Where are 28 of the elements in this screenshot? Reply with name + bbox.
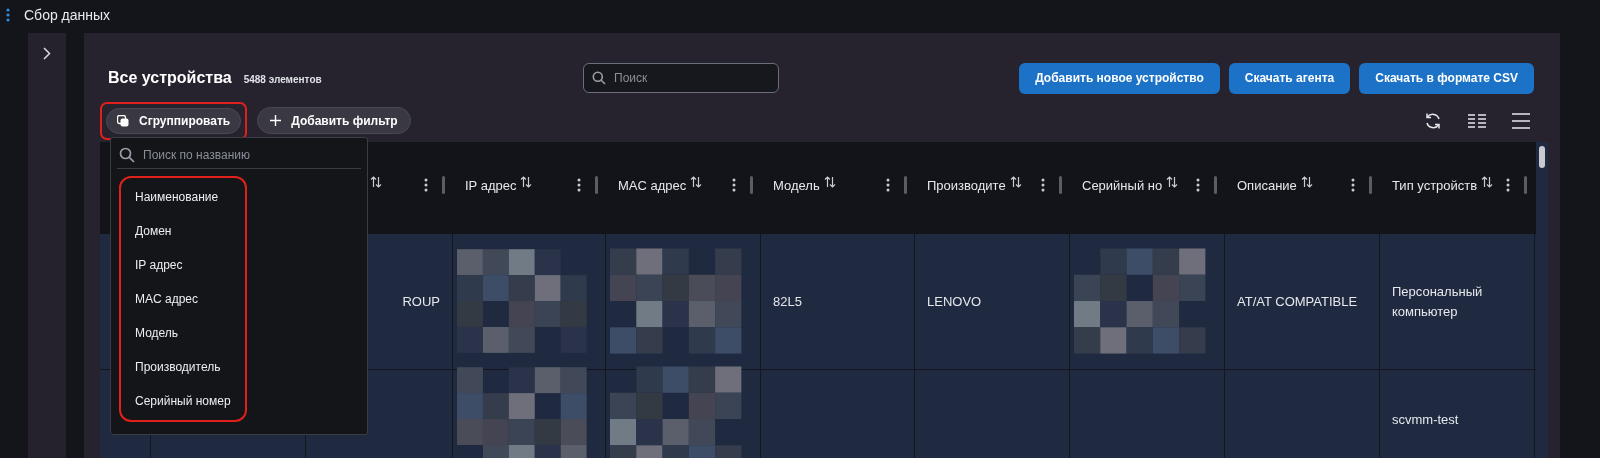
- menu-item[interactable]: Наименование: [121, 180, 245, 214]
- column-header[interactable]: IP адрес: [465, 176, 517, 196]
- action-button[interactable]: Скачать в формате CSV: [1359, 62, 1534, 94]
- column-header[interactable]: Тип устройств: [1392, 176, 1478, 196]
- action-button[interactable]: Скачать агента: [1228, 62, 1351, 94]
- cell-text: scvmm-test: [1392, 410, 1460, 429]
- item-count: 5488 элементов: [243, 73, 322, 87]
- action-button[interactable]: Добавить новое устройство: [1019, 62, 1220, 94]
- app-title: Сбор данных: [24, 5, 111, 25]
- add-filter-button[interactable]: Добавить фильтр: [257, 107, 411, 134]
- column-header[interactable]: Производите: [927, 176, 1006, 196]
- search-field[interactable]: Поиск: [583, 63, 779, 93]
- group-button[interactable]: Сгруппировать: [106, 107, 242, 134]
- menu-item[interactable]: IP адрес: [121, 248, 245, 282]
- column-header[interactable]: Модель: [773, 176, 820, 196]
- cell-text: 82L5: [773, 292, 803, 311]
- dropdown-search-field[interactable]: Поиск по названию: [117, 142, 361, 169]
- menu-item[interactable]: Модель: [121, 316, 245, 350]
- menu-item[interactable]: Серийный номер: [121, 384, 245, 418]
- column-header[interactable]: Серийный но: [1082, 176, 1163, 196]
- column-header[interactable]: MAC адрес: [618, 176, 687, 196]
- cell-text: LENOVO: [927, 292, 983, 311]
- menu-item[interactable]: MAC адрес: [121, 282, 245, 316]
- cell-text: ROUP: [401, 292, 440, 311]
- cell-text: Персональный компьютер: [1392, 282, 1484, 321]
- page-title: Все устройства: [108, 68, 232, 88]
- cell-text: AT/AT COMPATIBLE: [1237, 292, 1359, 311]
- column-header[interactable]: Описание: [1237, 176, 1297, 196]
